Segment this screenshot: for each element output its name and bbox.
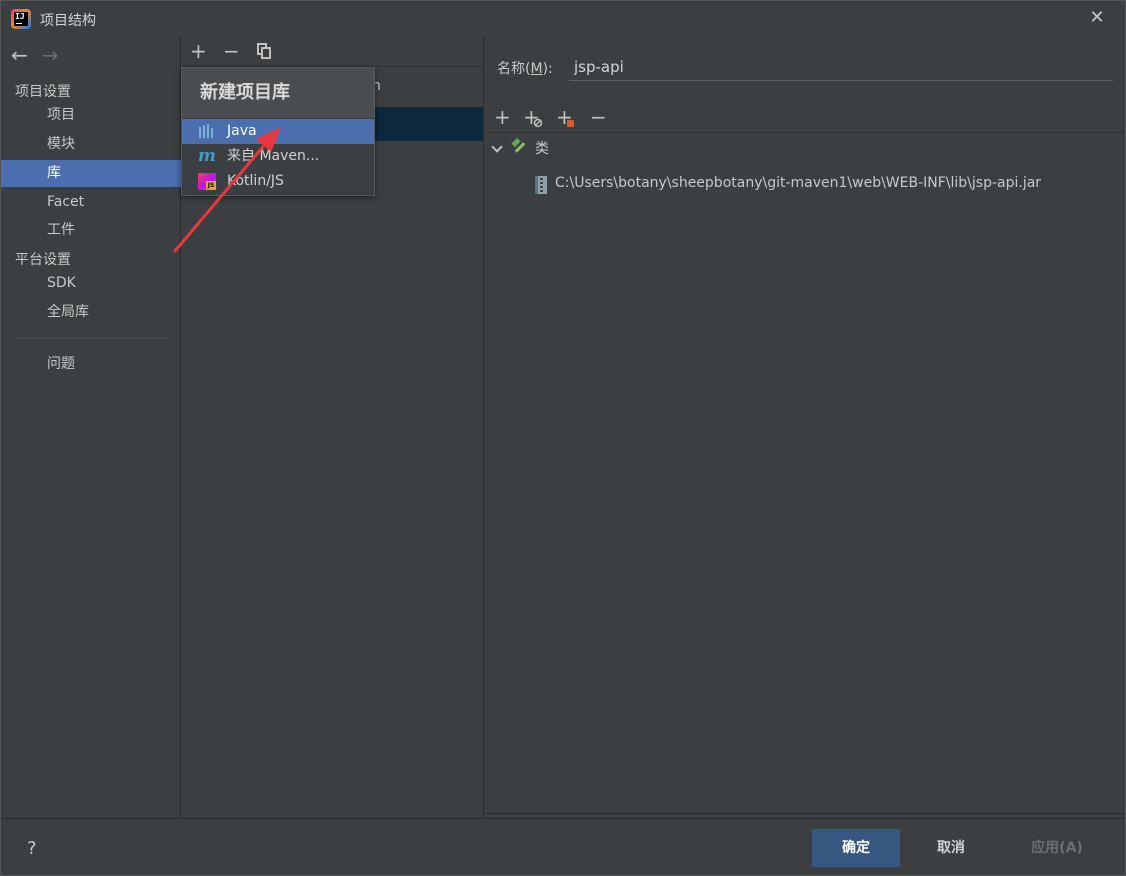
- sidebar-item-artifacts[interactable]: 工件: [1, 217, 181, 244]
- maven-icon: m: [198, 146, 216, 166]
- section-platform-settings: 平台设置: [15, 252, 71, 268]
- chevron-down-icon[interactable]: [491, 141, 503, 153]
- settings-sidebar: ← → 项目设置 项目 模块 库 Facet 工件 平台设置 SDK 全局库 问…: [1, 37, 181, 817]
- project-structure-dialog: IJ 项目结构 ✕ ← → 项目设置 项目 模块 库 Facet 工件 平台设置…: [0, 0, 1126, 876]
- copy-icon[interactable]: [257, 43, 271, 59]
- help-button[interactable]: ?: [27, 838, 37, 859]
- forward-arrow-icon[interactable]: →: [42, 43, 59, 67]
- sidebar-divider: [15, 338, 171, 339]
- library-name-input[interactable]: [569, 53, 1113, 81]
- popup-item-kotlin-js[interactable]: JS Kotlin/JS: [182, 169, 374, 194]
- title-bar: IJ 项目结构 ✕: [1, 1, 1125, 37]
- cancel-button[interactable]: 取消: [907, 829, 995, 867]
- popup-item-maven-label: 来自 Maven...: [227, 148, 320, 164]
- hammer-icon: [511, 138, 526, 153]
- back-arrow-icon[interactable]: ←: [11, 43, 28, 67]
- popup-item-java-label: Java: [227, 123, 257, 139]
- tree-node-jar-path[interactable]: C:\Users\botany\sheepbotany\git-maven1\w…: [555, 172, 1041, 194]
- section-project-settings: 项目设置: [15, 84, 71, 100]
- popup-item-maven[interactable]: m 来自 Maven...: [182, 144, 374, 169]
- window-title: 项目结构: [40, 13, 96, 29]
- java-library-icon: [198, 123, 216, 140]
- sidebar-item-modules[interactable]: 模块: [1, 131, 181, 158]
- jar-file-icon: [535, 176, 547, 194]
- tree-node-classes[interactable]: 类: [485, 138, 685, 160]
- sidebar-item-facets[interactable]: Facet: [1, 189, 181, 216]
- remove-library-icon[interactable]: −: [223, 40, 240, 62]
- ok-button[interactable]: 确定: [812, 829, 900, 867]
- close-icon[interactable]: ✕: [1087, 8, 1107, 28]
- sidebar-item-global-libraries[interactable]: 全局库: [1, 299, 181, 326]
- sidebar-item-problems[interactable]: 问题: [1, 351, 181, 378]
- tree-node-classes-label: 类: [535, 141, 549, 157]
- popup-item-java[interactable]: Java: [182, 119, 374, 144]
- new-project-library-popup: 新建项目库 Java m 来自 Maven... JS Kotlin/JS: [181, 67, 375, 196]
- add-root-icon[interactable]: +: [494, 106, 511, 128]
- library-details-panel: 名称(M): + + + − 类: [485, 37, 1125, 817]
- intellij-logo-icon: IJ: [11, 9, 31, 29]
- sidebar-item-project[interactable]: 项目: [1, 102, 181, 129]
- remove-root-icon[interactable]: −: [590, 106, 607, 128]
- kotlin-js-icon: JS: [198, 173, 216, 190]
- popup-title: 新建项目库: [182, 68, 374, 118]
- history-navigation: ← →: [11, 43, 59, 67]
- add-library-icon[interactable]: +: [190, 40, 207, 62]
- library-list-toolbar: + −: [182, 37, 483, 67]
- sidebar-item-libraries[interactable]: 库: [1, 160, 181, 187]
- library-roots-tree: 类 C:\Users\botany\sheepbotany\git-maven1…: [485, 134, 1125, 814]
- sidebar-item-sdks[interactable]: SDK: [1, 270, 181, 297]
- apply-button[interactable]: 应用(A): [1013, 829, 1101, 867]
- attach-url-icon[interactable]: +: [523, 106, 543, 128]
- name-label: 名称(M):: [497, 61, 553, 77]
- library-roots-toolbar: + + + −: [485, 103, 1125, 133]
- dialog-footer: ? 确定 取消 应用(A): [1, 818, 1125, 876]
- popup-item-kotlin-js-label: Kotlin/JS: [227, 173, 284, 189]
- attach-jar-icon[interactable]: +: [556, 106, 574, 128]
